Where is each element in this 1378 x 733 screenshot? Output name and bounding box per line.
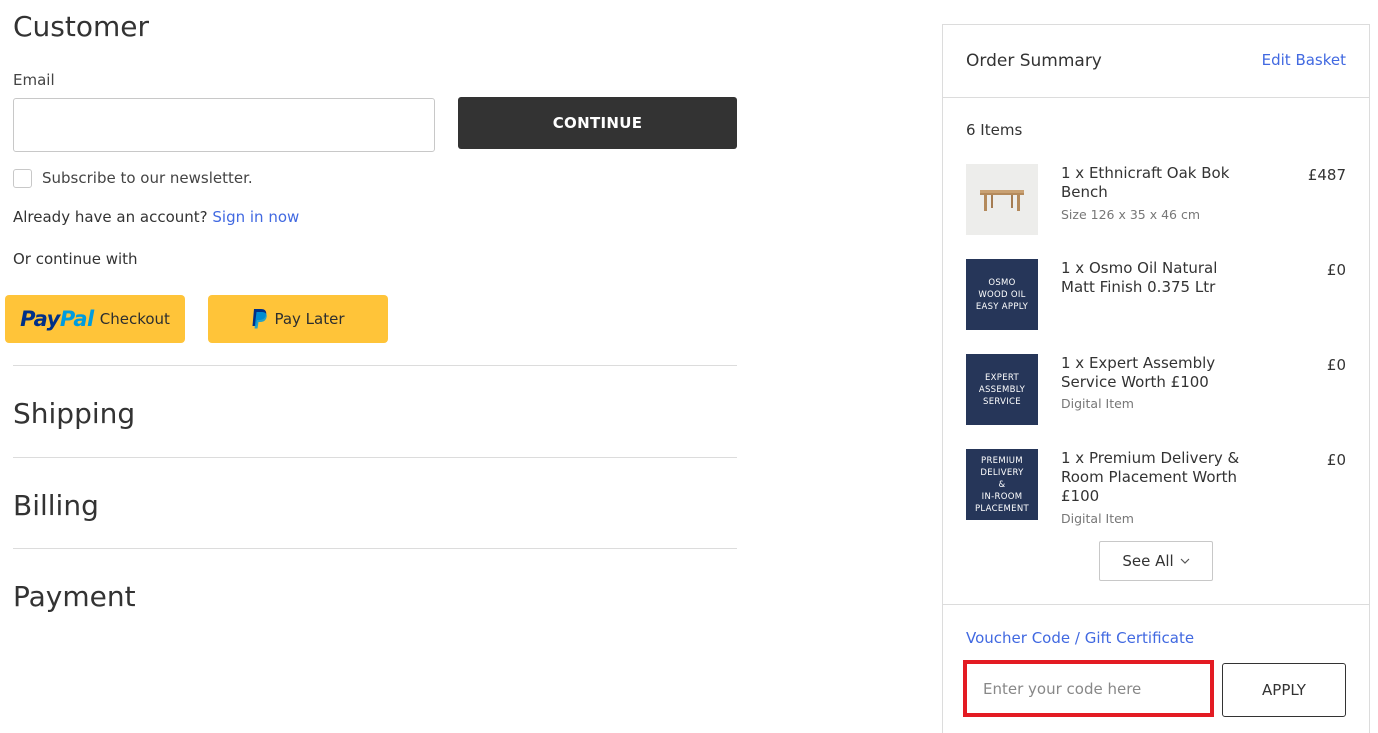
continue-button[interactable]: CONTINUE: [458, 97, 737, 149]
item-name[interactable]: 1 x Premium Delivery & Room Placement Wo…: [1061, 449, 1251, 506]
voucher-input-highlight: [963, 660, 1214, 717]
section-divider: [13, 457, 737, 458]
panel-divider: [943, 97, 1369, 98]
see-all-label: See All: [1122, 552, 1174, 570]
paypal-checkout-button[interactable]: Pay Pal Checkout: [5, 295, 185, 343]
premium-delivery-image: PREMIUM DELIVERY & IN-ROOM PLACEMENT: [966, 449, 1038, 520]
account-prompt: Already have an account? Sign in now: [13, 208, 299, 226]
thumb-text: ASSEMBLY: [978, 384, 1026, 395]
item-name[interactable]: 1 x Ethnicraft Oak Bok Bench: [1061, 164, 1251, 202]
thumb-text: WOOD OIL: [978, 289, 1026, 300]
newsletter-label: Subscribe to our newsletter.: [42, 169, 253, 187]
item-option: Digital Item: [1061, 511, 1134, 526]
item-option: Digital Item: [1061, 396, 1134, 411]
shipping-heading: Shipping: [13, 397, 136, 430]
bench-image: [966, 164, 1038, 235]
section-divider: [13, 365, 737, 366]
thumb-text: IN-ROOM: [981, 491, 1023, 502]
sign-in-link[interactable]: Sign in now: [212, 208, 299, 226]
account-prompt-text: Already have an account?: [13, 208, 208, 226]
item-price: £487: [1307, 166, 1346, 184]
paypal-p-icon: [251, 308, 268, 330]
item-name[interactable]: 1 x Expert Assembly Service Worth £100: [1061, 354, 1251, 392]
section-divider: [13, 548, 737, 549]
thumb-text: SERVICE: [983, 396, 1021, 407]
pay-later-label: Pay Later: [274, 310, 345, 328]
apply-button[interactable]: APPLY: [1222, 663, 1346, 717]
newsletter-checkbox[interactable]: [13, 169, 32, 188]
continue-with-label: Or continue with: [13, 250, 138, 268]
payment-heading: Payment: [13, 580, 136, 613]
voucher-link[interactable]: Voucher Code / Gift Certificate: [966, 629, 1194, 647]
thumb-text: DELIVERY: [980, 467, 1024, 478]
paypal-logo-pay: Pay: [20, 307, 60, 331]
thumb-text: &: [998, 479, 1006, 490]
paypal-checkout-label: Checkout: [99, 310, 170, 328]
order-summary-title: Order Summary: [966, 51, 1102, 71]
paypal-logo-pal: Pal: [59, 307, 94, 331]
item-count: 6 Items: [966, 121, 1023, 139]
item-price: £0: [1326, 356, 1346, 374]
voucher-code-input[interactable]: [967, 664, 1210, 713]
chevron-down-icon: [1180, 558, 1190, 564]
item-option: Size 126 x 35 x 46 cm: [1061, 207, 1201, 222]
thumb-text: EASY APPLY: [975, 301, 1029, 312]
email-input[interactable]: [13, 98, 435, 152]
assembly-service-image: EXPERT ASSEMBLY SERVICE: [966, 354, 1038, 425]
customer-heading: Customer: [13, 10, 150, 43]
thumb-text: PLACEMENT: [975, 503, 1029, 514]
thumb-text: PREMIUM: [981, 455, 1023, 466]
thumb-text: OSMO: [988, 277, 1016, 288]
thumb-text: EXPERT: [985, 372, 1019, 383]
osmo-oil-image: OSMO WOOD OIL EASY APPLY: [966, 259, 1038, 330]
panel-divider: [943, 604, 1369, 605]
billing-heading: Billing: [13, 489, 99, 522]
see-all-button[interactable]: See All: [1099, 541, 1213, 581]
item-price: £0: [1326, 261, 1346, 279]
item-price: £0: [1326, 451, 1346, 469]
item-name[interactable]: 1 x Osmo Oil Natural Matt Finish 0.375 L…: [1061, 259, 1251, 297]
paypal-pay-later-button[interactable]: Pay Later: [208, 295, 388, 343]
email-label: Email: [13, 71, 55, 89]
edit-basket-link[interactable]: Edit Basket: [1262, 51, 1346, 69]
